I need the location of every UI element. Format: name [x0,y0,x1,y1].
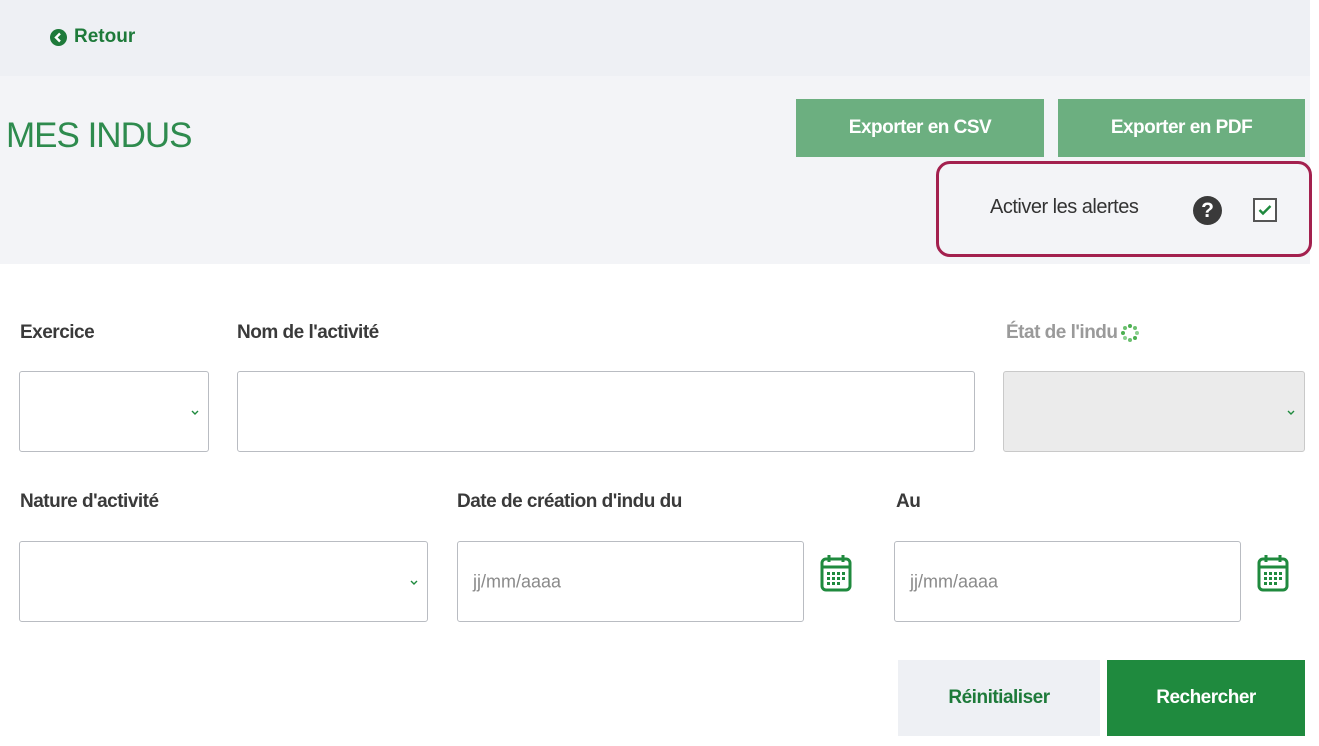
calendar-icon[interactable] [1256,553,1290,593]
top-bar: Retour [0,0,1310,76]
alerts-checkbox[interactable] [1253,198,1277,222]
chevron-down-icon [191,410,199,415]
date-from-input[interactable]: jj/mm/aaaa [457,541,804,622]
calendar-icon[interactable] [819,553,853,593]
reset-button[interactable]: Réinitialiser [898,660,1100,736]
loading-spinner-icon [1120,323,1139,342]
page-title: MES INDUS [6,116,192,155]
indu-state-label: État de l'indu [1006,322,1140,344]
date-from-label: Date de création d'indu du [457,491,682,512]
date-from-placeholder: jj/mm/aaaa [473,571,562,591]
indu-state-select [1003,371,1305,452]
date-to-placeholder: jj/mm/aaaa [910,571,999,591]
activity-nature-select[interactable] [19,541,428,622]
chevron-down-icon [1287,410,1295,415]
chevron-down-icon [410,580,418,585]
exercice-select[interactable] [19,371,209,452]
activity-nature-label: Nature d'activité [20,491,159,512]
activity-name-label: Nom de l'activité [237,322,379,343]
indu-state-label-text: État de l'indu [1006,322,1118,343]
arrow-left-circle-icon [50,28,67,46]
export-csv-button[interactable]: Exporter en CSV [796,99,1044,157]
date-to-label: Au [896,491,921,512]
export-pdf-button[interactable]: Exporter en PDF [1058,99,1305,157]
alerts-label: Activer les alertes [990,196,1139,218]
activity-name-input[interactable] [237,371,975,452]
date-to-input[interactable]: jj/mm/aaaa [894,541,1241,622]
back-label: Retour [74,26,136,47]
exercice-label: Exercice [20,322,95,343]
back-link[interactable]: Retour [50,26,135,48]
question-circle-icon[interactable]: ? [1193,196,1222,225]
checkmark-icon [1258,205,1272,216]
search-button[interactable]: Rechercher [1107,660,1305,736]
